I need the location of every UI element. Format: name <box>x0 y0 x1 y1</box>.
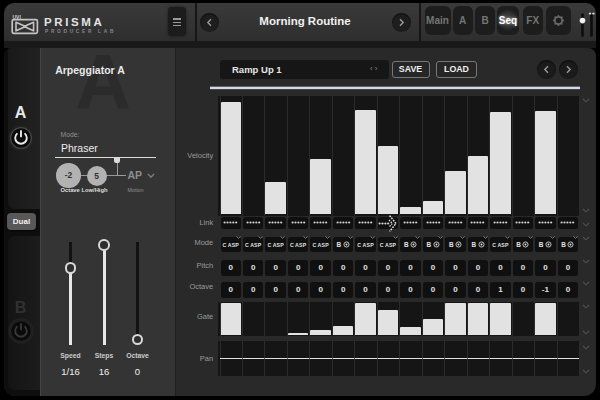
svg-text:UVI: UVI <box>13 14 22 20</box>
